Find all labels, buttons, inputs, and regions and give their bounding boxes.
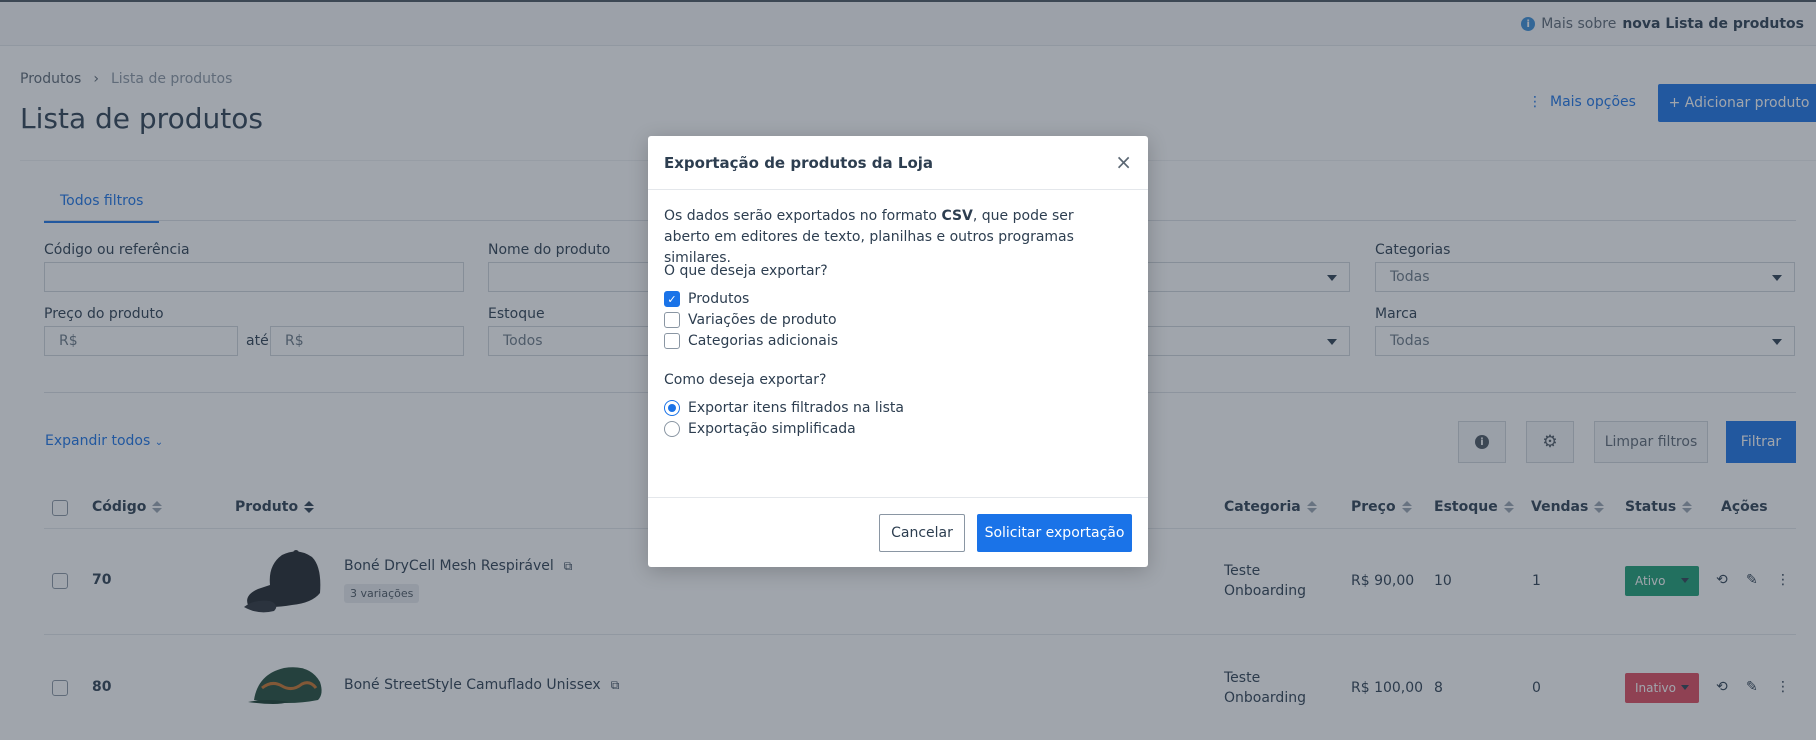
export-simplified-option[interactable]: Exportação simplificada — [664, 421, 856, 437]
request-export-button[interactable]: Solicitar exportação — [977, 514, 1132, 552]
categories-checkbox[interactable] — [664, 333, 680, 349]
filtered-radio[interactable] — [664, 400, 680, 416]
products-option-label: Produtos — [688, 291, 750, 307]
modal-description-part-1: Os dados serão exportados no formato — [664, 208, 942, 224]
export-categories-option[interactable]: Categorias adicionais — [664, 333, 838, 349]
format-label: CSV — [941, 208, 973, 224]
how-export-question: Como deseja exportar? — [664, 372, 827, 388]
export-modal: Exportação de produtos da Loja × Os dado… — [648, 136, 1148, 567]
variations-option-label: Variações de produto — [688, 312, 837, 328]
what-export-question: O que deseja exportar? — [664, 263, 828, 279]
export-products-option[interactable]: ✓ Produtos — [664, 291, 749, 307]
variations-checkbox[interactable] — [664, 312, 680, 328]
simplified-option-label: Exportação simplificada — [688, 421, 856, 437]
modal-title: Exportação de produtos da Loja — [664, 154, 934, 172]
filtered-option-label: Exportar itens filtrados na lista — [688, 400, 904, 416]
modal-header: Exportação de produtos da Loja × — [648, 136, 1148, 190]
close-icon[interactable]: × — [1115, 150, 1132, 174]
modal-description: Os dados serão exportados no formato CSV… — [664, 206, 1124, 269]
modal-footer-divider — [648, 497, 1148, 498]
export-variations-option[interactable]: Variações de produto — [664, 312, 837, 328]
cancel-button[interactable]: Cancelar — [879, 514, 965, 552]
simplified-radio[interactable] — [664, 421, 680, 437]
export-filtered-option[interactable]: Exportar itens filtrados na lista — [664, 400, 904, 416]
products-checkbox[interactable]: ✓ — [664, 291, 680, 307]
categories-option-label: Categorias adicionais — [688, 333, 839, 349]
